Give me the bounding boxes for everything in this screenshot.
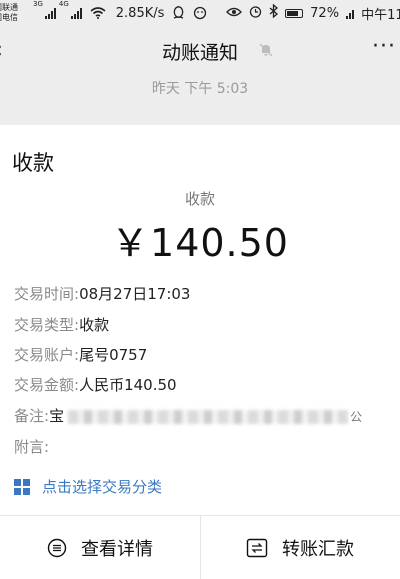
message-timestamp: 昨天 下午 5:03 <box>151 81 249 97</box>
status-right: 72% 中午11: <box>226 0 400 26</box>
more-options-icon[interactable]: ··· <box>372 34 396 59</box>
eye-icon <box>226 6 243 21</box>
network-type-2: 4G <box>58 0 69 8</box>
view-details-label: 查看详情 <box>81 538 153 560</box>
amount-value: ￥140.50 <box>111 221 289 265</box>
detail-row-time: 交易时间:08月27日17:03 <box>14 283 190 304</box>
grid-icon <box>14 478 30 495</box>
detail-row-account: 交易账户:尾号0757 <box>14 344 147 365</box>
carrier-1: 国联通 <box>0 3 18 12</box>
signal-icon-1 <box>44 7 56 19</box>
alarm-icon <box>249 5 262 22</box>
nav-bar: ‹ 动账通知 ··· <box>0 28 400 74</box>
detail-value: 人民币140.50 <box>79 376 177 394</box>
remark-label: 备注: <box>14 407 50 425</box>
status-time: 中午11: <box>361 7 400 23</box>
detail-row-amount: 交易金额:人民币140.50 <box>14 374 177 395</box>
detail-label: 交易类型: <box>14 316 80 334</box>
app-notification-icon <box>193 6 207 20</box>
signal-icon-3 <box>346 7 355 19</box>
category-link-label: 点击选择交易分类 <box>42 478 163 496</box>
wifi-icon <box>90 7 106 19</box>
card-title: 收款 <box>12 151 54 175</box>
battery-icon <box>285 8 304 18</box>
page-title: 动账通知 <box>161 42 238 64</box>
view-details-button[interactable]: 查看详情 <box>0 516 200 579</box>
select-category-link[interactable]: 点击选择交易分类 <box>14 476 162 497</box>
transfer-icon <box>246 538 268 558</box>
status-bar: 国联通 国电信 3G 4G 2.85K/s 72% 中午11: <box>0 0 400 26</box>
detail-value: 08月27日17:03 <box>79 285 191 303</box>
remark-value-start: 宝 <box>49 407 65 425</box>
transfer-label: 转账汇款 <box>282 538 354 560</box>
detail-row-note: 附言: <box>14 436 49 457</box>
network-type-1: 3G <box>33 0 43 8</box>
detail-label: 交易时间: <box>14 285 80 303</box>
amount-label: 收款 <box>184 190 215 208</box>
note-label: 附言: <box>14 438 50 456</box>
detail-value: 尾号0757 <box>79 346 148 364</box>
transfer-button[interactable]: 转账汇款 <box>200 516 400 579</box>
notification-card: 收款 收款 ￥140.50 交易时间:08月27日17:03 交易类型:收款 交… <box>0 125 400 579</box>
mute-bell-icon <box>258 42 274 58</box>
signal-icon-2 <box>70 7 82 19</box>
detail-label: 交易金额: <box>14 376 80 394</box>
detail-row-type: 交易类型:收款 <box>14 314 109 335</box>
detail-value: 收款 <box>79 316 110 334</box>
remark-value-end: 公 <box>350 410 363 424</box>
qq-icon <box>172 6 185 20</box>
detail-label: 交易账户: <box>14 346 80 364</box>
carrier-2: 国电信 <box>0 13 18 22</box>
remark-redacted <box>68 409 349 424</box>
network-speed: 2.85K/s <box>115 5 165 21</box>
carrier-labels: 国联通 国电信 <box>0 3 30 23</box>
battery-percent: 72% <box>310 5 340 21</box>
detail-row-remark: 备注:宝 公 <box>14 405 362 426</box>
list-icon <box>47 538 67 558</box>
bluetooth-icon <box>269 3 279 22</box>
